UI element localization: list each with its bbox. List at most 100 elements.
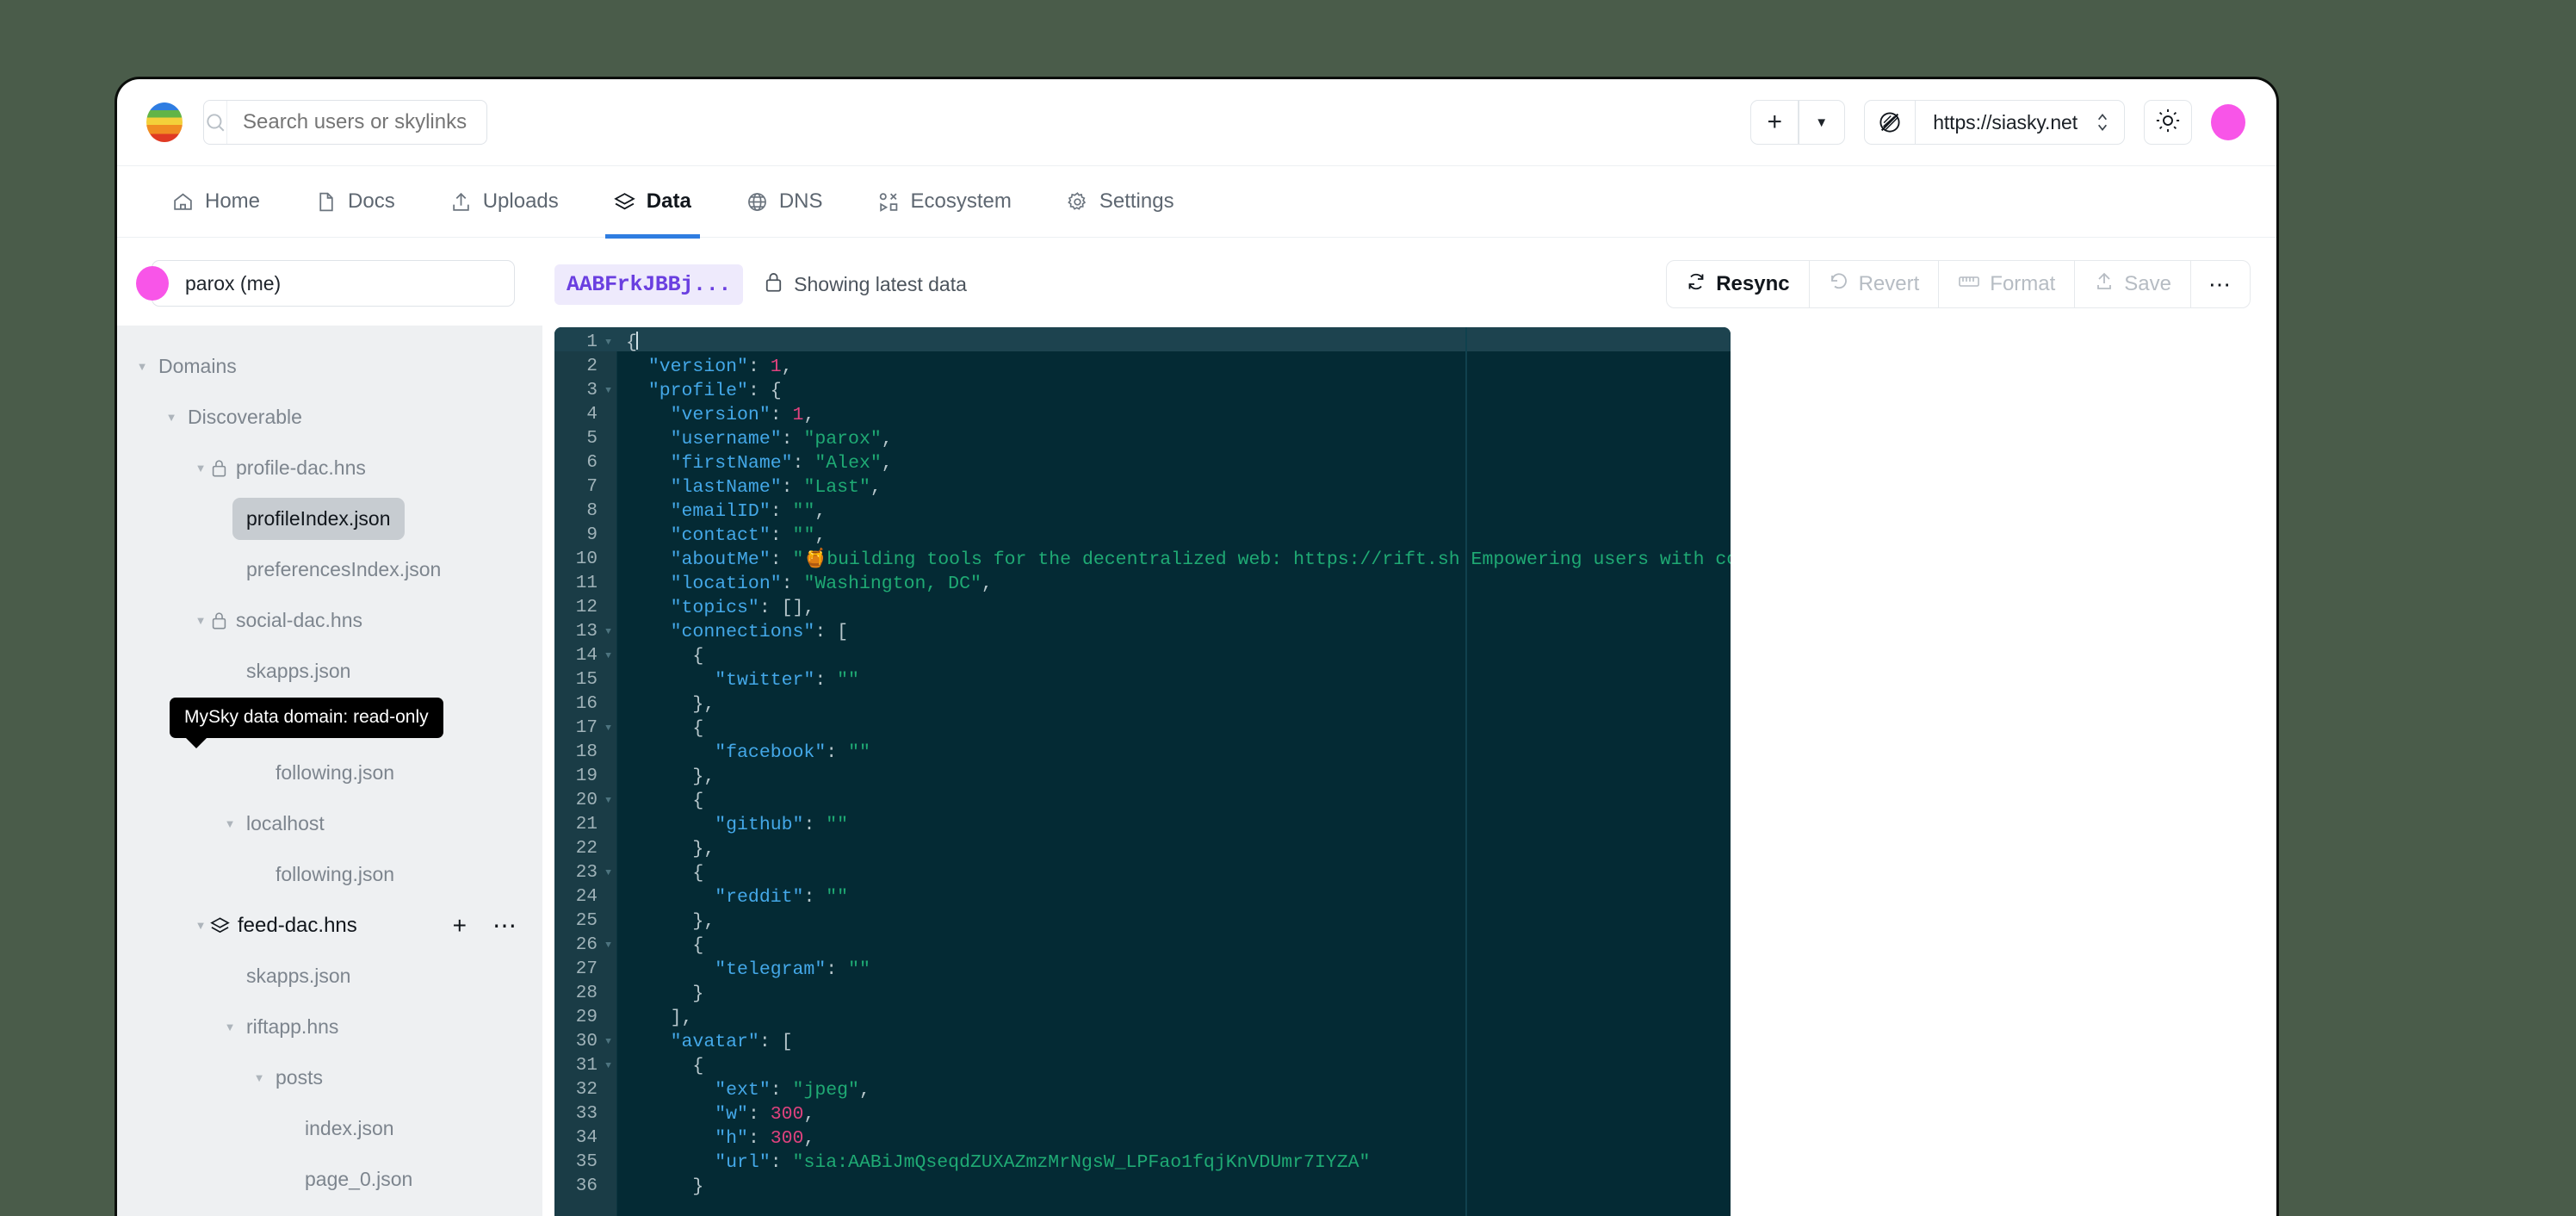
fold-toggle-icon[interactable]: ▼ <box>599 644 617 668</box>
line-number: 31 <box>554 1054 599 1078</box>
code-line: 2 "version": 1, <box>554 355 1731 379</box>
tree-item[interactable]: ▼Discoverable <box>117 392 542 443</box>
portal-selector[interactable]: https://siasky.net <box>1864 100 2125 145</box>
tree-item[interactable]: following.json <box>117 748 542 798</box>
tree-item[interactable]: ▼feed-dac.hns+⋯ <box>117 900 542 951</box>
tree-item-label: following.json <box>276 763 394 783</box>
tab-docs[interactable]: Docs <box>312 166 399 237</box>
tab-home[interactable]: Home <box>169 166 263 237</box>
sun-icon <box>2155 108 2181 138</box>
tree-item[interactable]: ▼localhost <box>117 798 542 849</box>
search-input-wrapper[interactable] <box>203 100 487 145</box>
code-text: "connections": [ <box>617 620 848 644</box>
fold-toggle-icon[interactable]: ▼ <box>599 620 617 644</box>
fold-toggle-icon[interactable]: ▼ <box>599 861 617 885</box>
user-selector[interactable]: parox (me) <box>152 260 515 307</box>
code-text: ], <box>617 1006 692 1030</box>
fold-toggle-icon[interactable]: ▼ <box>599 1054 617 1078</box>
editor-toolbar: AABFrkJBBj... Showing latest data <box>542 262 2276 307</box>
tab-label: DNS <box>779 189 823 214</box>
chevron-down-icon[interactable]: ▼ <box>162 411 181 424</box>
skylink-badge[interactable]: AABFrkJBBj... <box>554 264 743 305</box>
theme-toggle-button[interactable] <box>2144 100 2192 145</box>
tree-item[interactable]: skapps.json <box>117 646 542 697</box>
tree-item[interactable]: ▼ riftapp.hns <box>117 1002 542 1052</box>
add-button[interactable]: + <box>1751 101 1798 144</box>
line-number: 17 <box>554 717 599 741</box>
app-body: parox (me) ▼Domains▼Discoverable▼profile… <box>117 238 2276 1216</box>
fold-toggle-icon[interactable]: ▼ <box>599 379 617 403</box>
tab-dns[interactable]: DNS <box>743 166 827 237</box>
chevron-down-icon[interactable]: ▼ <box>220 1021 239 1033</box>
line-number: 27 <box>554 958 599 982</box>
tree-item[interactable]: skapps.json <box>117 951 542 1002</box>
tree-row-actions: +⋯ <box>453 914 542 938</box>
stepper-icon[interactable] <box>2090 101 2124 144</box>
code-text: "emailID": "", <box>617 499 826 524</box>
line-number: 3 <box>554 379 599 403</box>
refresh-icon <box>1686 271 1706 298</box>
tree-item[interactable]: preferencesIndex.json <box>117 544 542 595</box>
fold-toggle-icon[interactable]: ▼ <box>599 1030 617 1054</box>
chevron-down-icon[interactable]: ▼ <box>133 360 152 373</box>
tree-item[interactable]: ▼social-dac.hns <box>117 595 542 646</box>
tab-data[interactable]: Data <box>610 166 695 237</box>
line-number: 29 <box>554 1006 599 1030</box>
line-number: 6 <box>554 451 599 475</box>
fold-toggle-icon[interactable]: ▼ <box>599 934 617 958</box>
avatar[interactable] <box>2211 104 2245 140</box>
code-line: 14▼ { <box>554 644 1731 668</box>
chevron-down-icon[interactable]: ▼ <box>220 817 239 830</box>
tree-item[interactable]: ▼ Domains <box>117 341 542 392</box>
chevron-down-icon[interactable]: ▼ <box>191 614 210 627</box>
tree-item-label: skapps.json <box>246 966 350 986</box>
user-selector-value[interactable]: parox (me) <box>152 260 515 307</box>
tree-item-label: profile-dac.hns <box>236 458 366 478</box>
save-button[interactable]: Save <box>2075 261 2191 307</box>
tab-uploads[interactable]: Uploads <box>447 166 562 237</box>
more-options-button[interactable]: ⋯ <box>492 914 517 938</box>
more-options-button[interactable]: ⋯ <box>2191 261 2250 307</box>
undo-icon <box>1829 271 1849 298</box>
line-number: 22 <box>554 837 599 861</box>
skynet-logo-icon[interactable] <box>146 102 183 142</box>
json-code-editor[interactable]: 1▼{2 "version": 1,3▼ "profile": {4 "vers… <box>554 327 1731 1216</box>
chevron-down-icon[interactable]: ▼ <box>1799 101 1844 144</box>
header-actions: + ▼ https://siasky.net <box>1750 100 2245 145</box>
add-child-button[interactable]: + <box>453 914 467 938</box>
tab-label: Uploads <box>483 189 559 214</box>
layers-icon <box>614 191 635 213</box>
resync-button[interactable]: Resync <box>1667 261 1809 307</box>
fold-toggle-icon[interactable]: ▼ <box>599 789 617 813</box>
code-text: "version": 1, <box>617 403 814 427</box>
search-input[interactable] <box>227 110 487 134</box>
tree-item[interactable]: page_0.json <box>117 1154 542 1205</box>
tab-label: Home <box>205 189 260 214</box>
code-text: "github": "" <box>617 813 848 837</box>
code-line: 18 "facebook": "" <box>554 741 1731 765</box>
revert-button[interactable]: Revert <box>1810 261 1940 307</box>
chevron-down-icon[interactable]: ▼ <box>250 1071 269 1084</box>
portal-url-value[interactable]: https://siasky.net <box>1916 101 2090 144</box>
tab-settings[interactable]: Settings <box>1063 166 1178 237</box>
format-button[interactable]: Format <box>1939 261 2075 307</box>
tab-ecosystem[interactable]: Ecosystem <box>874 166 1014 237</box>
code-text: "ext": "jpeg", <box>617 1078 870 1102</box>
tree-item[interactable]: ▼ profile-dac.hns <box>117 443 542 493</box>
code-line: 27 "telegram": "" <box>554 958 1731 982</box>
chevron-down-icon[interactable]: ▼ <box>191 462 210 475</box>
line-number: 8 <box>554 499 599 524</box>
chevron-down-icon[interactable]: ▼ <box>191 919 210 932</box>
tree-item[interactable]: following.json <box>117 849 542 900</box>
tree-item-label: riftapp.hns <box>246 1017 338 1037</box>
tree-item[interactable]: ▼posts <box>117 1052 542 1103</box>
tree-item[interactable]: index.json <box>117 1103 542 1154</box>
tree-item-selected[interactable]: profileIndex.json <box>117 493 542 544</box>
ecosystem-icon <box>877 191 899 213</box>
tree-item-label: Domains <box>158 357 237 376</box>
line-number: 30 <box>554 1030 599 1054</box>
fold-toggle-icon[interactable]: ▼ <box>599 331 617 355</box>
line-number: 23 <box>554 861 599 885</box>
domain-tree: ▼Domains▼Discoverable▼profile-dac.hnspro… <box>117 326 542 1216</box>
fold-toggle-icon[interactable]: ▼ <box>599 717 617 741</box>
